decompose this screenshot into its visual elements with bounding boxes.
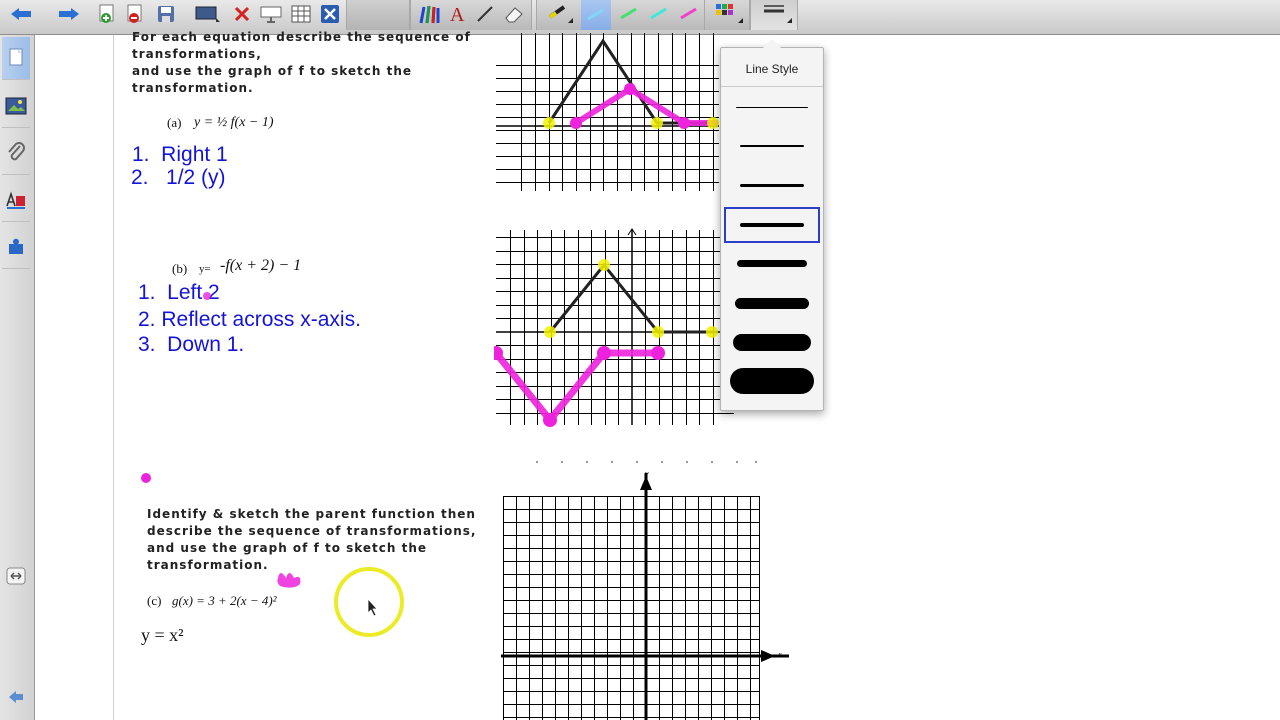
line-style-icon[interactable] [755,0,793,28]
line-style-4-preview [740,222,804,227]
line-style-6[interactable] [725,285,819,321]
pen-colors-group [536,0,706,30]
highlighter-icon[interactable] [545,0,575,28]
color-palette-icon[interactable] [709,0,745,28]
screen-shade-icon[interactable] [190,0,224,28]
tools-group: A [410,0,532,30]
part-b-equation: -f(x + 2) − 1 [220,257,302,274]
part-a-equation: y = ½ f(x − 1) [194,115,274,130]
part-a-step-1: 1. Right 1 [132,143,228,166]
screen-capture-icon[interactable] [258,0,284,28]
back-arrow-icon[interactable] [6,0,36,28]
graph-c: y x [501,469,789,720]
part-b-y-label: y= [199,263,211,275]
part-b-step-3: 3. Down 1. [138,333,245,356]
page-sorter-icon[interactable] [2,37,30,80]
side-tabs [0,35,35,720]
pens-icon[interactable] [415,0,443,28]
table-icon[interactable] [288,0,314,28]
addons-icon[interactable] [2,226,30,269]
delete-page-icon[interactable] [124,0,146,28]
pen-cyan-icon[interactable] [581,0,611,30]
gallery-icon[interactable] [2,85,30,128]
line-style-7-preview [733,333,811,351]
line-style-5-preview [737,260,807,268]
ink-dot [203,292,211,300]
identify-instructions: Identify & sketch the parent function th… [147,507,477,572]
svg-text:A: A [450,4,465,24]
line-style-6-preview [735,297,809,309]
toolbar-separator [346,0,410,30]
line-style-8[interactable] [725,363,819,399]
ink-scribble [277,573,301,588]
pen-green-icon[interactable] [615,0,643,28]
line-style-7[interactable] [725,324,819,360]
palette-group [704,0,750,30]
line-icon[interactable] [473,0,497,28]
part-b-step-2: 2. Reflect across x-axis. [138,308,361,331]
line-style-8-preview [730,368,814,395]
y-axis-label: y [644,469,649,478]
pen-aqua-icon[interactable] [645,0,673,28]
properties-icon[interactable] [2,179,30,222]
attachments-icon[interactable] [2,132,30,175]
graph-a [496,33,719,191]
part-c-equation: g(x) = 3 + 2(x − 4)² [172,593,277,608]
line-style-popover: Line Style [720,39,824,411]
forward-arrow-icon[interactable] [54,0,84,28]
part-c-label: (c) [147,593,162,608]
pen-magenta-icon[interactable] [675,0,703,28]
line-style-3-preview [740,183,804,187]
line-style-1-preview [736,106,808,108]
collapse-arrow-icon[interactable] [2,685,30,709]
x-axis-label: x [777,650,782,659]
instructions-text: For each equation describe the sequence … [132,30,471,95]
dotted-divider [536,461,757,463]
resize-handle-icon[interactable] [2,562,30,590]
line-style-5[interactable] [725,246,819,282]
page-margin [35,35,114,720]
line-style-2-preview [740,145,804,148]
line-style-1[interactable] [725,89,819,125]
notebook-page[interactable]: For each equation describe the sequence … [114,30,1280,720]
eraser-icon[interactable] [501,0,527,28]
part-a-label: (a) [167,115,182,130]
popover-title: Line Style [745,62,799,76]
popover-divider [721,86,823,87]
close-icon[interactable] [318,0,342,28]
delete-icon[interactable] [230,0,254,28]
part-b-label: (b) [172,261,188,276]
line-style-4[interactable] [724,206,820,243]
save-icon[interactable] [154,0,178,28]
parent-function: y = x² [141,625,184,645]
add-page-icon[interactable] [96,0,118,28]
part-a-step-2: 2. 1/2 (y) [131,166,226,189]
line-style-3[interactable] [725,167,819,203]
line-style-2[interactable] [725,128,819,164]
line-style-group [750,0,798,30]
text-icon[interactable]: A [445,0,469,28]
cursor-highlight [334,567,404,637]
ink-dot [141,473,151,483]
